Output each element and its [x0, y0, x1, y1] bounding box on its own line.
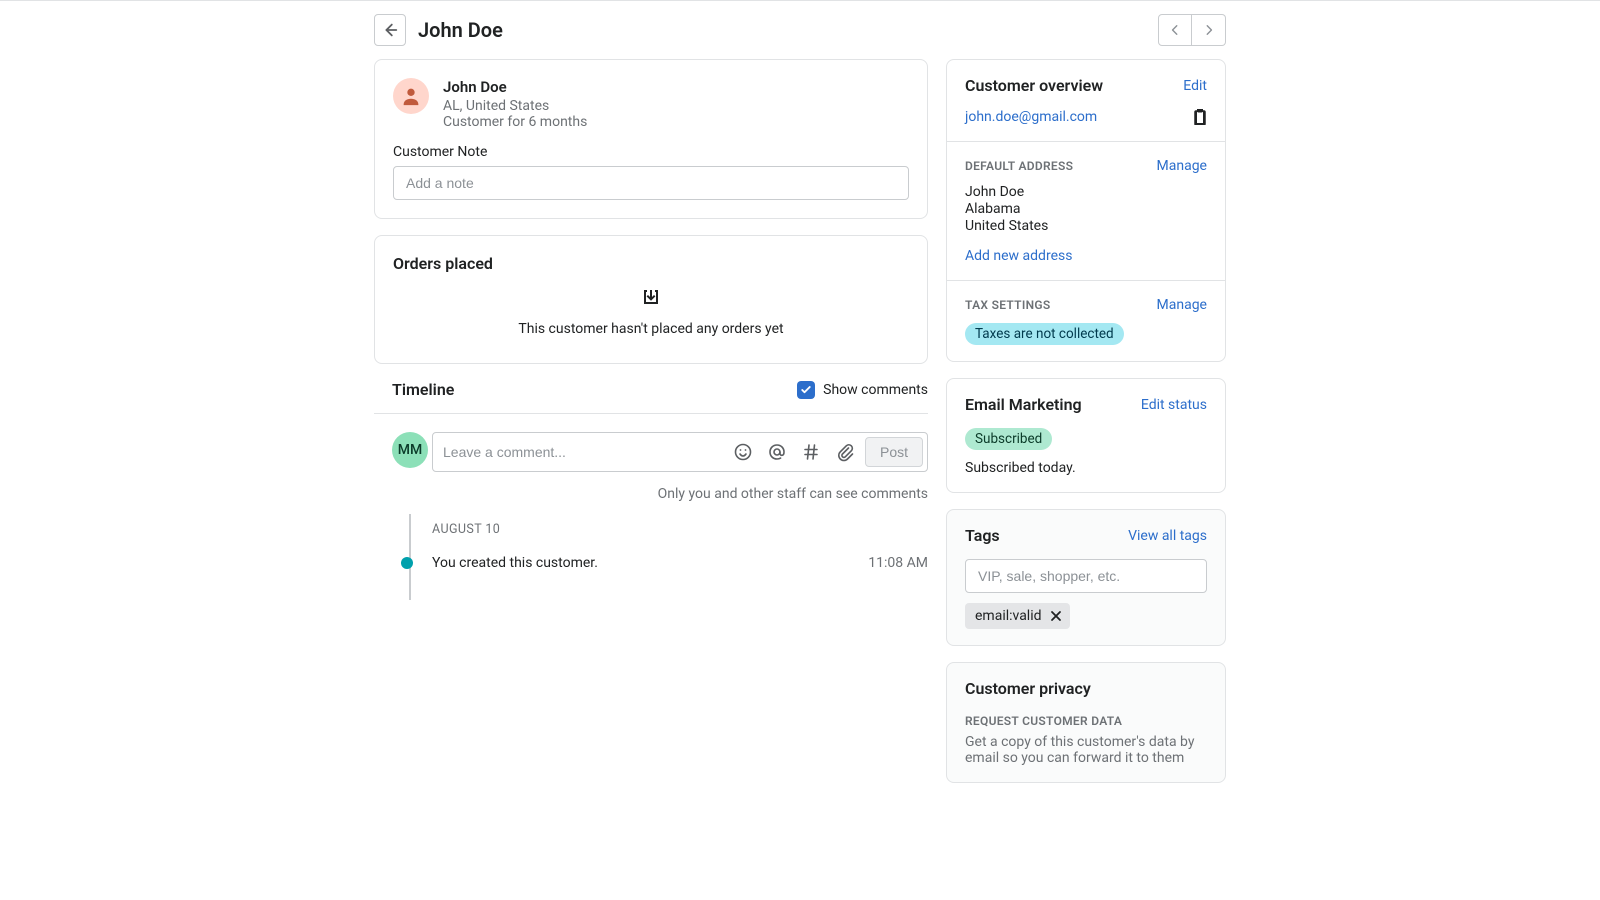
profile-card: John Doe AL, United States Customer for … — [374, 59, 928, 219]
show-comments-label: Show comments — [823, 382, 928, 398]
note-label: Customer Note — [393, 144, 909, 160]
tags-title: Tags — [965, 526, 1000, 545]
mention-icon[interactable] — [763, 438, 791, 466]
overview-edit-link[interactable]: Edit — [1183, 78, 1207, 94]
tax-manage-link[interactable]: Manage — [1157, 297, 1207, 313]
close-icon — [1050, 610, 1062, 622]
attachment-icon[interactable] — [831, 438, 859, 466]
address-line: John Doe — [965, 184, 1207, 200]
address-manage-link[interactable]: Manage — [1157, 158, 1207, 174]
add-address-link[interactable]: Add new address — [965, 248, 1072, 264]
tax-heading: TAX SETTINGS — [965, 298, 1050, 312]
page-title: John Doe — [418, 18, 503, 42]
next-button[interactable] — [1192, 14, 1226, 46]
overview-card: Customer overview Edit john.doe@gmail.co… — [946, 59, 1226, 362]
marketing-badge: Subscribed — [965, 428, 1052, 450]
marketing-title: Email Marketing — [965, 395, 1082, 414]
tag-chip: email:valid — [965, 603, 1070, 629]
tax-badge: Taxes are not collected — [965, 323, 1124, 345]
tags-card: Tags View all tags email:valid — [946, 509, 1226, 646]
avatar — [393, 78, 429, 114]
back-button[interactable] — [374, 14, 406, 46]
timeline-date: AUGUST 10 — [432, 522, 928, 537]
timeline-section: Timeline Show comments MM — [374, 380, 928, 571]
remove-tag-button[interactable] — [1050, 610, 1062, 622]
show-comments-toggle[interactable]: Show comments — [797, 381, 928, 399]
address-line: United States — [965, 218, 1207, 234]
comment-box: Post — [432, 432, 928, 472]
checkbox-checked-icon — [797, 381, 815, 399]
address-line: Alabama — [965, 201, 1207, 217]
marketing-note: Subscribed today. — [965, 460, 1207, 476]
chevron-right-icon — [1202, 23, 1216, 37]
privacy-title: Customer privacy — [965, 679, 1207, 698]
note-input[interactable] — [393, 166, 909, 200]
tags-input[interactable] — [965, 559, 1207, 593]
marketing-card: Email Marketing Edit status Subscribed S… — [946, 378, 1226, 493]
pager-nav — [1158, 14, 1226, 46]
orders-title: Orders placed — [393, 254, 909, 273]
timeline-item-text: You created this customer. — [432, 555, 868, 571]
address-heading: DEFAULT ADDRESS — [965, 159, 1073, 173]
privacy-card: Customer privacy REQUEST CUSTOMER DATA G… — [946, 662, 1226, 783]
timeline-title: Timeline — [392, 380, 454, 399]
clipboard-icon[interactable] — [1193, 109, 1207, 125]
post-button[interactable]: Post — [865, 437, 923, 467]
inbox-icon — [393, 287, 909, 307]
emoji-icon[interactable] — [729, 438, 757, 466]
chevron-left-icon — [1168, 23, 1182, 37]
arrow-left-icon — [381, 21, 399, 39]
customer-location: AL, United States — [443, 98, 587, 114]
privacy-request-heading: REQUEST CUSTOMER DATA — [965, 714, 1207, 728]
comment-input[interactable] — [443, 444, 723, 460]
hashtag-icon[interactable] — [797, 438, 825, 466]
comment-visibility-note: Only you and other staff can see comment… — [432, 486, 928, 502]
customer-tenure: Customer for 6 months — [443, 114, 587, 130]
timeline-item-time: 11:08 AM — [868, 555, 928, 571]
overview-title: Customer overview — [965, 76, 1103, 95]
tag-label: email:valid — [975, 608, 1042, 624]
prev-button[interactable] — [1158, 14, 1192, 46]
privacy-request-text: Get a copy of this customer's data by em… — [965, 734, 1207, 766]
timeline-dot-icon — [401, 557, 413, 569]
timeline-item: You created this customer. 11:08 AM — [401, 555, 928, 571]
marketing-edit-link[interactable]: Edit status — [1141, 397, 1207, 413]
staff-avatar: MM — [392, 432, 428, 468]
customer-email[interactable]: john.doe@gmail.com — [965, 109, 1097, 125]
customer-name: John Doe — [443, 78, 587, 96]
orders-empty-text: This customer hasn't placed any orders y… — [393, 321, 909, 337]
view-all-tags-link[interactable]: View all tags — [1128, 528, 1207, 544]
orders-card: Orders placed This customer hasn't place… — [374, 235, 928, 364]
